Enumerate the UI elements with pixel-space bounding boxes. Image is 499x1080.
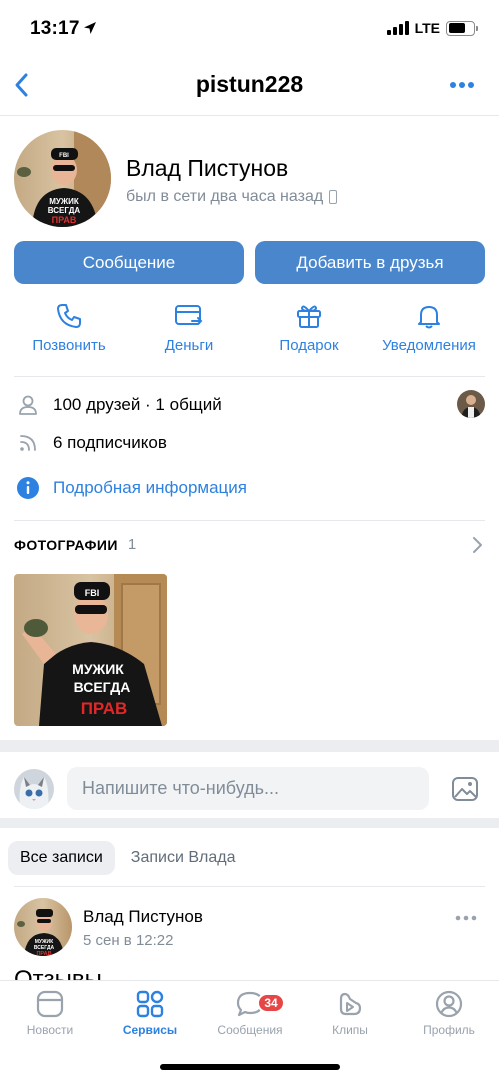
- status-bar: 13:17 LTE: [0, 0, 499, 58]
- more-horizontal-icon[interactable]: [455, 915, 477, 921]
- page-title: pistun228: [195, 71, 304, 97]
- shirt-text-line-2: ВСЕГДА: [48, 206, 81, 215]
- status-time: 13:17: [30, 18, 80, 39]
- shirt-text-line-1: МУЖИК: [72, 661, 124, 677]
- details-row[interactable]: Подробная информация: [14, 476, 247, 500]
- avatar[interactable]: FBI МУЖИК ВСЕГДА ПРАВ: [14, 130, 111, 227]
- profile-name: Влад Пистунов: [126, 155, 289, 181]
- cap-text: FBI: [85, 588, 100, 598]
- shirt-text-line-3: ПРАВ: [52, 215, 77, 225]
- services-icon: [136, 990, 164, 1018]
- chevron-right-icon: [473, 537, 482, 553]
- tab-own-posts[interactable]: Записи Влада: [119, 841, 248, 875]
- user-icon: [14, 394, 42, 416]
- last-seen-text: был в сети два часа назад: [126, 188, 324, 205]
- shirt-text-line-2: ВСЕГДА: [74, 679, 131, 695]
- divider: [14, 886, 485, 887]
- post-author-avatar[interactable]: МУЖИК ВСЕГДА ПРАВ: [14, 898, 72, 956]
- profile-icon: [435, 990, 463, 1018]
- call-label: Позвонить: [32, 337, 106, 354]
- post-composer: Напишите что-нибудь...: [0, 752, 499, 828]
- tab-messages-label: Сообщения: [217, 1023, 283, 1037]
- tab-services-label: Сервисы: [122, 1023, 178, 1037]
- mobile-device-icon: [329, 190, 338, 204]
- home-indicator: [160, 1064, 340, 1070]
- photos-count: 1: [127, 536, 137, 553]
- gift-label: Подарок: [279, 337, 339, 354]
- rss-icon: [14, 432, 42, 454]
- location-arrow-icon: [84, 22, 96, 34]
- tab-profile-label: Профиль: [423, 1023, 475, 1037]
- phone-icon: [57, 304, 81, 328]
- shirt-text-line-3: ПРАВ: [36, 951, 51, 956]
- more-horizontal-icon[interactable]: [449, 80, 475, 90]
- bell-icon: [418, 306, 440, 329]
- tab-clips[interactable]: Клипы: [300, 989, 400, 1037]
- photos-header[interactable]: ФОТОГРАФИИ 1: [14, 536, 485, 553]
- top-nav-bar: pistun228: [0, 58, 499, 116]
- last-seen-status: был в сети два часа назад: [126, 188, 338, 206]
- tab-messages[interactable]: Сообщения 34: [200, 989, 300, 1037]
- tab-news[interactable]: Новости: [0, 989, 100, 1037]
- post-date: 5 сен в 12:22: [83, 932, 174, 949]
- tab-news-label: Новости: [26, 1023, 74, 1037]
- notifications-action[interactable]: Уведомления: [369, 302, 489, 354]
- section-separator: [0, 818, 499, 828]
- tab-clips-label: Клипы: [332, 1023, 368, 1037]
- section-separator: [0, 740, 499, 752]
- own-avatar: [14, 769, 54, 809]
- cap-text: FBI: [59, 153, 69, 159]
- divider: [14, 376, 485, 377]
- tab-all-posts[interactable]: Все записи: [8, 841, 115, 875]
- money-icon: [175, 305, 203, 325]
- network-type: LTE: [414, 20, 440, 36]
- wall-tabs: Все записи Записи Влада: [8, 841, 247, 875]
- info-icon: [14, 476, 42, 500]
- news-icon: [36, 990, 64, 1018]
- call-action[interactable]: Позвонить: [9, 302, 129, 354]
- shirt-text-line-3: ПРАВ: [81, 699, 128, 718]
- signal-icon: [386, 21, 409, 35]
- money-label: Деньги: [164, 337, 214, 354]
- attach-photo-icon[interactable]: [451, 775, 479, 803]
- photos-title: ФОТОГРАФИИ: [14, 536, 118, 553]
- divider: [14, 520, 485, 521]
- notifications-label: Уведомления: [382, 337, 476, 354]
- message-button[interactable]: Сообщение: [14, 241, 244, 284]
- details-link[interactable]: Подробная информация: [53, 478, 247, 498]
- add-friend-button[interactable]: Добавить в друзья: [255, 241, 485, 284]
- unread-messages-badge: 34: [257, 993, 285, 1013]
- post-input[interactable]: Напишите что-нибудь...: [67, 767, 429, 810]
- friends-count: 100 друзей · 1 общий: [53, 395, 222, 414]
- tab-services[interactable]: Сервисы: [100, 989, 200, 1037]
- gift-icon: [297, 305, 321, 328]
- mutual-friend-avatar[interactable]: [457, 390, 485, 418]
- post-author[interactable]: Влад Пистунов: [83, 907, 203, 927]
- battery-icon: [446, 20, 478, 36]
- photo-thumbnail[interactable]: FBI МУЖИК ВСЕГДА ПРАВ: [14, 574, 167, 726]
- status-indicators: LTE: [386, 20, 478, 36]
- friends-row[interactable]: 100 друзей · 1 общий: [14, 394, 222, 416]
- tab-profile[interactable]: Профиль: [399, 989, 499, 1037]
- gift-action[interactable]: Подарок: [249, 302, 369, 354]
- quick-actions: Позвонить Деньги Подарок Уведомления: [0, 302, 499, 362]
- clips-icon: [339, 992, 362, 1016]
- followers-row[interactable]: 6 подписчиков: [14, 432, 167, 454]
- followers-count: 6 подписчиков: [53, 433, 167, 452]
- shirt-text-line-1: МУЖИК: [49, 197, 79, 206]
- money-action[interactable]: Деньги: [129, 302, 249, 354]
